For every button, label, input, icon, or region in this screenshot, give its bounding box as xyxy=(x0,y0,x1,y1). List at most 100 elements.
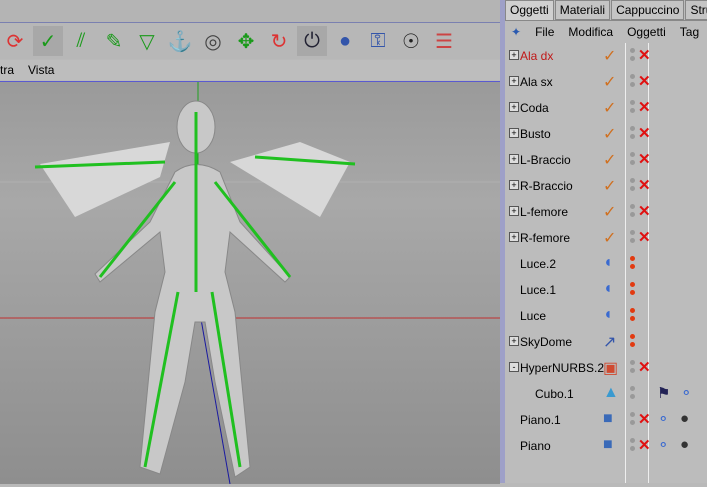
rotate-icon[interactable]: ⟳ xyxy=(0,26,30,56)
bone-rotate-icon[interactable]: ↻ xyxy=(264,26,294,56)
tab-cappuccino[interactable]: Cappuccino xyxy=(611,0,685,20)
object-row[interactable]: Luce.1 ◖ xyxy=(505,277,707,303)
menu-modifica[interactable]: Modifica xyxy=(568,25,613,39)
menu-item-vista[interactable]: Vista xyxy=(28,63,54,77)
disabled-x-icon[interactable]: ✕ xyxy=(638,228,651,246)
visibility-dots[interactable] xyxy=(630,204,635,220)
compositing-tag-icon[interactable]: ⚬ xyxy=(657,436,670,454)
object-row[interactable]: Cubo.1 ▲ ⚑ ⚬ xyxy=(505,381,707,407)
expand-toggle[interactable]: + xyxy=(509,76,519,86)
compositing-tag-icon[interactable]: ⚬ xyxy=(657,410,670,428)
bone-move-icon[interactable]: ✥ xyxy=(231,26,261,56)
anchor-add-icon[interactable]: ⚓ xyxy=(165,26,195,56)
object-name[interactable]: Ala sx xyxy=(520,75,553,89)
joint-add-icon[interactable]: ◎ xyxy=(198,26,228,56)
object-row[interactable]: + L-femore ✓ ✕ xyxy=(505,199,707,225)
visibility-dots[interactable] xyxy=(630,74,635,90)
object-row[interactable]: + L-Braccio ✓ ✕ xyxy=(505,147,707,173)
bone-select-icon[interactable]: ✓ xyxy=(33,26,63,56)
3d-viewport[interactable] xyxy=(0,81,500,485)
expand-toggle[interactable]: + xyxy=(509,128,519,138)
object-name[interactable]: R-Braccio xyxy=(520,179,573,193)
expand-toggle[interactable]: + xyxy=(509,180,519,190)
object-name[interactable]: Luce.1 xyxy=(520,283,556,297)
object-row[interactable]: + SkyDome ↗ xyxy=(505,329,707,355)
visibility-dots[interactable] xyxy=(630,334,635,350)
vitruvian-icon[interactable]: ☉ xyxy=(396,26,426,56)
object-row[interactable]: + R-Braccio ✓ ✕ xyxy=(505,173,707,199)
key-icon[interactable]: ⚿ xyxy=(363,26,393,56)
menu-file[interactable]: File xyxy=(535,25,554,39)
object-row[interactable]: + Busto ✓ ✕ xyxy=(505,121,707,147)
tab-materiali[interactable]: Materiali xyxy=(554,0,611,20)
expand-toggle[interactable]: + xyxy=(509,154,519,164)
object-row[interactable]: + Coda ✓ ✕ xyxy=(505,95,707,121)
object-name[interactable]: Cubo.1 xyxy=(535,387,574,401)
disabled-x-icon[interactable]: ✕ xyxy=(638,46,651,64)
expand-toggle[interactable]: + xyxy=(509,206,519,216)
tab-oggetti[interactable]: Oggetti xyxy=(505,0,554,20)
ruler-icon[interactable]: ☰ xyxy=(429,26,459,56)
visibility-dots[interactable] xyxy=(630,438,635,454)
expand-toggle[interactable]: + xyxy=(509,102,519,112)
disabled-x-icon[interactable]: ✕ xyxy=(638,410,651,428)
visibility-dots[interactable] xyxy=(630,178,635,194)
disabled-x-icon[interactable]: ✕ xyxy=(638,202,651,220)
bone-ik-icon[interactable]: ▽ xyxy=(132,26,162,56)
object-name[interactable]: L-femore xyxy=(520,205,568,219)
object-name[interactable]: R-femore xyxy=(520,231,570,245)
visibility-dots[interactable] xyxy=(630,230,635,246)
bone-power-icon[interactable]: ⏻ xyxy=(297,26,327,56)
object-name[interactable]: Ala dx xyxy=(520,49,553,63)
object-row[interactable]: + R-femore ✓ ✕ xyxy=(505,225,707,251)
disabled-x-icon[interactable]: ✕ xyxy=(638,124,651,142)
material-tag-icon[interactable]: ● xyxy=(680,436,689,453)
object-name[interactable]: Piano xyxy=(520,439,551,453)
visibility-dots[interactable] xyxy=(630,386,635,402)
pin-icon[interactable]: ✦ xyxy=(511,25,521,39)
bone-paint-icon[interactable]: ✎ xyxy=(99,26,129,56)
object-row[interactable]: Piano.1 ■ ✕ ⚬ ● xyxy=(505,407,707,433)
visibility-dots[interactable] xyxy=(630,412,635,428)
material-tag-icon[interactable]: ● xyxy=(680,410,689,427)
spline-select-icon[interactable]: ● xyxy=(330,26,360,56)
object-name[interactable]: Luce.2 xyxy=(520,257,556,271)
object-row[interactable]: Luce ◖ xyxy=(505,303,707,329)
expand-toggle[interactable]: + xyxy=(509,336,519,346)
visibility-dots[interactable] xyxy=(630,360,635,376)
object-name[interactable]: HyperNURBS.2 xyxy=(520,361,604,375)
object-name[interactable]: SkyDome xyxy=(520,335,572,349)
object-row[interactable]: Luce.2 ◖ xyxy=(505,251,707,277)
object-row[interactable]: + Ala sx ✓ ✕ xyxy=(505,69,707,95)
object-name[interactable]: Coda xyxy=(520,101,549,115)
visibility-dots[interactable] xyxy=(630,256,635,272)
bone-split-icon[interactable]: ⫽ xyxy=(66,26,96,56)
disabled-x-icon[interactable]: ✕ xyxy=(638,358,651,376)
expand-toggle[interactable]: + xyxy=(509,232,519,242)
visibility-dots[interactable] xyxy=(630,100,635,116)
compositing-tag-icon[interactable]: ⚬ xyxy=(680,384,693,402)
visibility-dots[interactable] xyxy=(630,152,635,168)
object-name[interactable]: L-Braccio xyxy=(520,153,571,167)
uvw-tag-icon[interactable]: ⚑ xyxy=(657,384,670,402)
visibility-dots[interactable] xyxy=(630,282,635,298)
expand-toggle[interactable]: + xyxy=(509,50,519,60)
object-name[interactable]: Luce xyxy=(520,309,546,323)
object-name[interactable]: Piano.1 xyxy=(520,413,561,427)
visibility-dots[interactable] xyxy=(630,48,635,64)
object-name[interactable]: Busto xyxy=(520,127,551,141)
tab-struttura[interactable]: Struttu xyxy=(685,0,707,20)
object-row[interactable]: Piano ■ ✕ ⚬ ● xyxy=(505,433,707,459)
disabled-x-icon[interactable]: ✕ xyxy=(638,72,651,90)
visibility-dots[interactable] xyxy=(630,308,635,324)
disabled-x-icon[interactable]: ✕ xyxy=(638,150,651,168)
visibility-dots[interactable] xyxy=(630,126,635,142)
disabled-x-icon[interactable]: ✕ xyxy=(638,436,651,454)
expand-toggle[interactable]: - xyxy=(509,362,519,372)
disabled-x-icon[interactable]: ✕ xyxy=(638,98,651,116)
menu-oggetti[interactable]: Oggetti xyxy=(627,25,666,39)
menu-item-extra[interactable]: tra xyxy=(0,63,14,77)
menu-tag[interactable]: Tag xyxy=(680,25,699,39)
object-row[interactable]: - HyperNURBS.2 ▣ ✕ xyxy=(505,355,707,381)
object-row[interactable]: + Ala dx ✓ ✕ xyxy=(505,43,707,69)
